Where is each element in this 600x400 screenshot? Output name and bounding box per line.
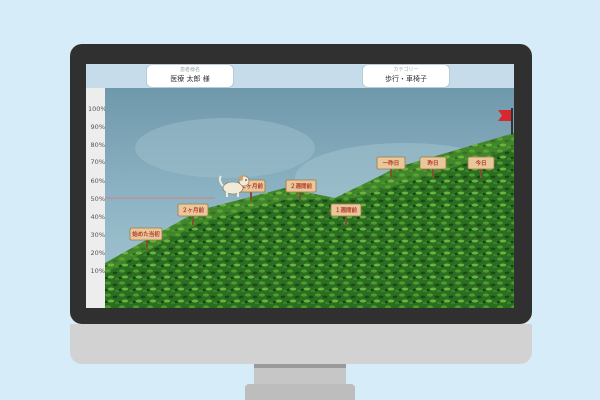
info-bar: 患者様名 医療 太郎 様 カテゴリー 歩行・車椅子: [86, 64, 514, 88]
milestone-label: ２ヶ月前: [182, 206, 205, 214]
tick-label: 50%: [90, 195, 105, 203]
tick-label: 70%: [90, 158, 105, 166]
monitor-neck-shadow: [254, 364, 346, 368]
category-value: 歩行・車椅子: [385, 75, 427, 83]
monitor-chin: [70, 324, 532, 364]
tick-label: 90%: [90, 123, 105, 131]
milestone-label: 今日: [474, 159, 486, 167]
category-label: カテゴリー: [393, 67, 419, 73]
milestone-label: １週間前: [335, 206, 358, 214]
percent-axis: 100% 90% 80% 70% 60% 50% 40% 30% 20% 10%: [86, 88, 107, 308]
patient-name-box: 患者様名 医療 太郎 様: [147, 65, 233, 87]
progress-mountain: 始めた当初 ２ヶ月前 １ヶ月前 ２週間前 １週間前 一昨日 昨日 今日: [105, 88, 514, 308]
milestone-label: ２週間前: [290, 182, 313, 190]
app-screen: 患者様名 医療 太郎 様 カテゴリー 歩行・車椅子 100% 90% 80% 7…: [86, 64, 514, 308]
patient-name-label: 患者様名: [179, 67, 200, 73]
tick-label: 20%: [90, 249, 105, 257]
monitor-base: [245, 384, 355, 400]
tick-label: 30%: [90, 231, 105, 239]
milestone-label: 始めた当初: [132, 230, 160, 238]
tick-label: 40%: [90, 213, 105, 221]
category-box: カテゴリー 歩行・車椅子: [363, 65, 449, 87]
tick-label: 60%: [90, 177, 105, 185]
patient-name-value: 医療 太郎 様: [170, 75, 210, 83]
milestone-label: 一昨日: [383, 159, 400, 167]
tick-label: 10%: [90, 267, 105, 275]
tick-label: 80%: [90, 141, 105, 149]
tick-label: 100%: [88, 105, 107, 113]
milestone-label: 昨日: [427, 159, 438, 167]
cloud: [135, 118, 315, 178]
